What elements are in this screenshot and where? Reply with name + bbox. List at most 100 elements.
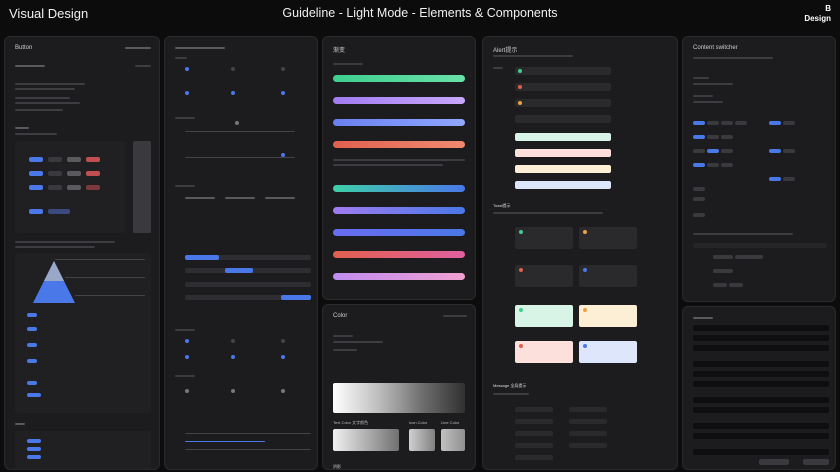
small-primary-button[interactable] (27, 313, 37, 317)
table-row[interactable] (693, 449, 829, 455)
secondary-button[interactable] (48, 171, 62, 176)
danger-button[interactable] (86, 185, 100, 190)
brand-logo: B Design (804, 4, 831, 26)
shadow-label: 阴影 (333, 464, 341, 469)
table-row[interactable] (693, 397, 829, 403)
tab-bar[interactable] (185, 282, 311, 287)
radio-selected[interactable] (281, 91, 285, 95)
radio-selected[interactable] (281, 355, 285, 359)
slider-track[interactable] (185, 131, 295, 132)
message-item (515, 431, 553, 436)
switcher-segment-active[interactable] (769, 149, 781, 153)
radio-unselected[interactable] (281, 67, 285, 71)
switcher-segment[interactable] (721, 149, 733, 153)
switcher-segment[interactable] (721, 163, 733, 167)
radio-unselected[interactable] (231, 67, 235, 71)
switcher-segment[interactable] (783, 149, 795, 153)
switcher-segment[interactable] (783, 121, 795, 125)
switcher-segment-active[interactable] (693, 163, 705, 167)
switcher-segment-active[interactable] (707, 149, 719, 153)
list-button[interactable] (27, 455, 41, 459)
small-primary-button[interactable] (27, 381, 37, 385)
radio-unselected[interactable] (281, 389, 285, 393)
secondary-button[interactable] (48, 209, 70, 214)
primary-button[interactable] (29, 157, 43, 162)
radio-unselected[interactable] (231, 389, 235, 393)
small-primary-button[interactable] (27, 359, 37, 363)
slider-track[interactable] (185, 157, 295, 158)
list-button[interactable] (27, 447, 41, 451)
button-text-line (15, 246, 95, 248)
small-primary-button[interactable] (27, 393, 41, 397)
radio-selected[interactable] (185, 339, 189, 343)
secondary-button[interactable] (48, 185, 62, 190)
switcher-label (693, 101, 723, 103)
button-scrollbar[interactable] (133, 141, 151, 233)
switcher-segment[interactable] (713, 269, 733, 273)
switcher-segment[interactable] (693, 197, 705, 201)
tab-active[interactable] (281, 295, 311, 300)
switcher-segment[interactable] (707, 163, 719, 167)
secondary-button[interactable] (48, 157, 62, 162)
table-row[interactable] (693, 407, 829, 413)
switcher-segment[interactable] (707, 135, 719, 139)
list-button[interactable] (27, 439, 41, 443)
slider-thumb[interactable] (235, 121, 239, 125)
toast-light-success (515, 305, 573, 327)
switcher-segment-active[interactable] (769, 177, 781, 181)
button-section-label (15, 127, 29, 129)
danger-button[interactable] (86, 171, 100, 176)
button-aside (135, 65, 151, 67)
gradient-bar-indigo (333, 229, 465, 236)
panel-color: Color Text Color 文字颜色 Icon Color Line Co… (322, 304, 476, 470)
radio-selected[interactable] (185, 91, 189, 95)
table-row[interactable] (693, 361, 829, 367)
table-row[interactable] (693, 335, 829, 341)
radio-selected[interactable] (185, 355, 189, 359)
danger-button[interactable] (86, 157, 100, 162)
table-row[interactable] (693, 371, 829, 377)
small-primary-button[interactable] (27, 327, 37, 331)
tertiary-button[interactable] (67, 171, 81, 176)
switcher-segment[interactable] (707, 121, 719, 125)
primary-button[interactable] (29, 209, 43, 214)
switcher-segment[interactable] (783, 177, 795, 181)
primary-button[interactable] (29, 185, 43, 190)
line-color-swatches (441, 429, 465, 451)
switcher-segment[interactable] (735, 255, 763, 259)
tab-active[interactable] (185, 255, 219, 260)
table-row[interactable] (693, 345, 829, 351)
table-row[interactable] (693, 433, 829, 439)
switcher-segment[interactable] (721, 135, 733, 139)
message-item (569, 407, 607, 412)
switcher-segment[interactable] (693, 149, 705, 153)
tab-active[interactable] (225, 268, 253, 273)
table-row[interactable] (693, 423, 829, 429)
table-row[interactable] (693, 325, 829, 331)
radio-selected[interactable] (185, 67, 189, 71)
radio-unselected[interactable] (231, 339, 235, 343)
switcher-segment[interactable] (693, 187, 705, 191)
table-row[interactable] (693, 381, 829, 387)
tertiary-button[interactable] (67, 185, 81, 190)
alert-dark (515, 115, 611, 123)
primary-button[interactable] (29, 171, 43, 176)
small-primary-button[interactable] (27, 343, 37, 347)
panel-controls (164, 36, 318, 470)
radio-selected[interactable] (231, 355, 235, 359)
radio-unselected[interactable] (281, 339, 285, 343)
tertiary-button[interactable] (67, 157, 81, 162)
switcher-segment-active[interactable] (693, 121, 705, 125)
switcher-segment[interactable] (713, 255, 733, 259)
slider-thumb[interactable] (281, 153, 285, 157)
switcher-segment[interactable] (735, 121, 747, 125)
switcher-segment-active[interactable] (693, 135, 705, 139)
switcher-segment[interactable] (729, 283, 743, 287)
radio-selected[interactable] (231, 91, 235, 95)
switcher-segment[interactable] (693, 213, 705, 217)
radio-unselected[interactable] (185, 389, 189, 393)
switcher-segment-active[interactable] (769, 121, 781, 125)
switcher-segment[interactable] (721, 121, 733, 125)
controls-row-line (225, 197, 255, 199)
switcher-segment[interactable] (713, 283, 727, 287)
